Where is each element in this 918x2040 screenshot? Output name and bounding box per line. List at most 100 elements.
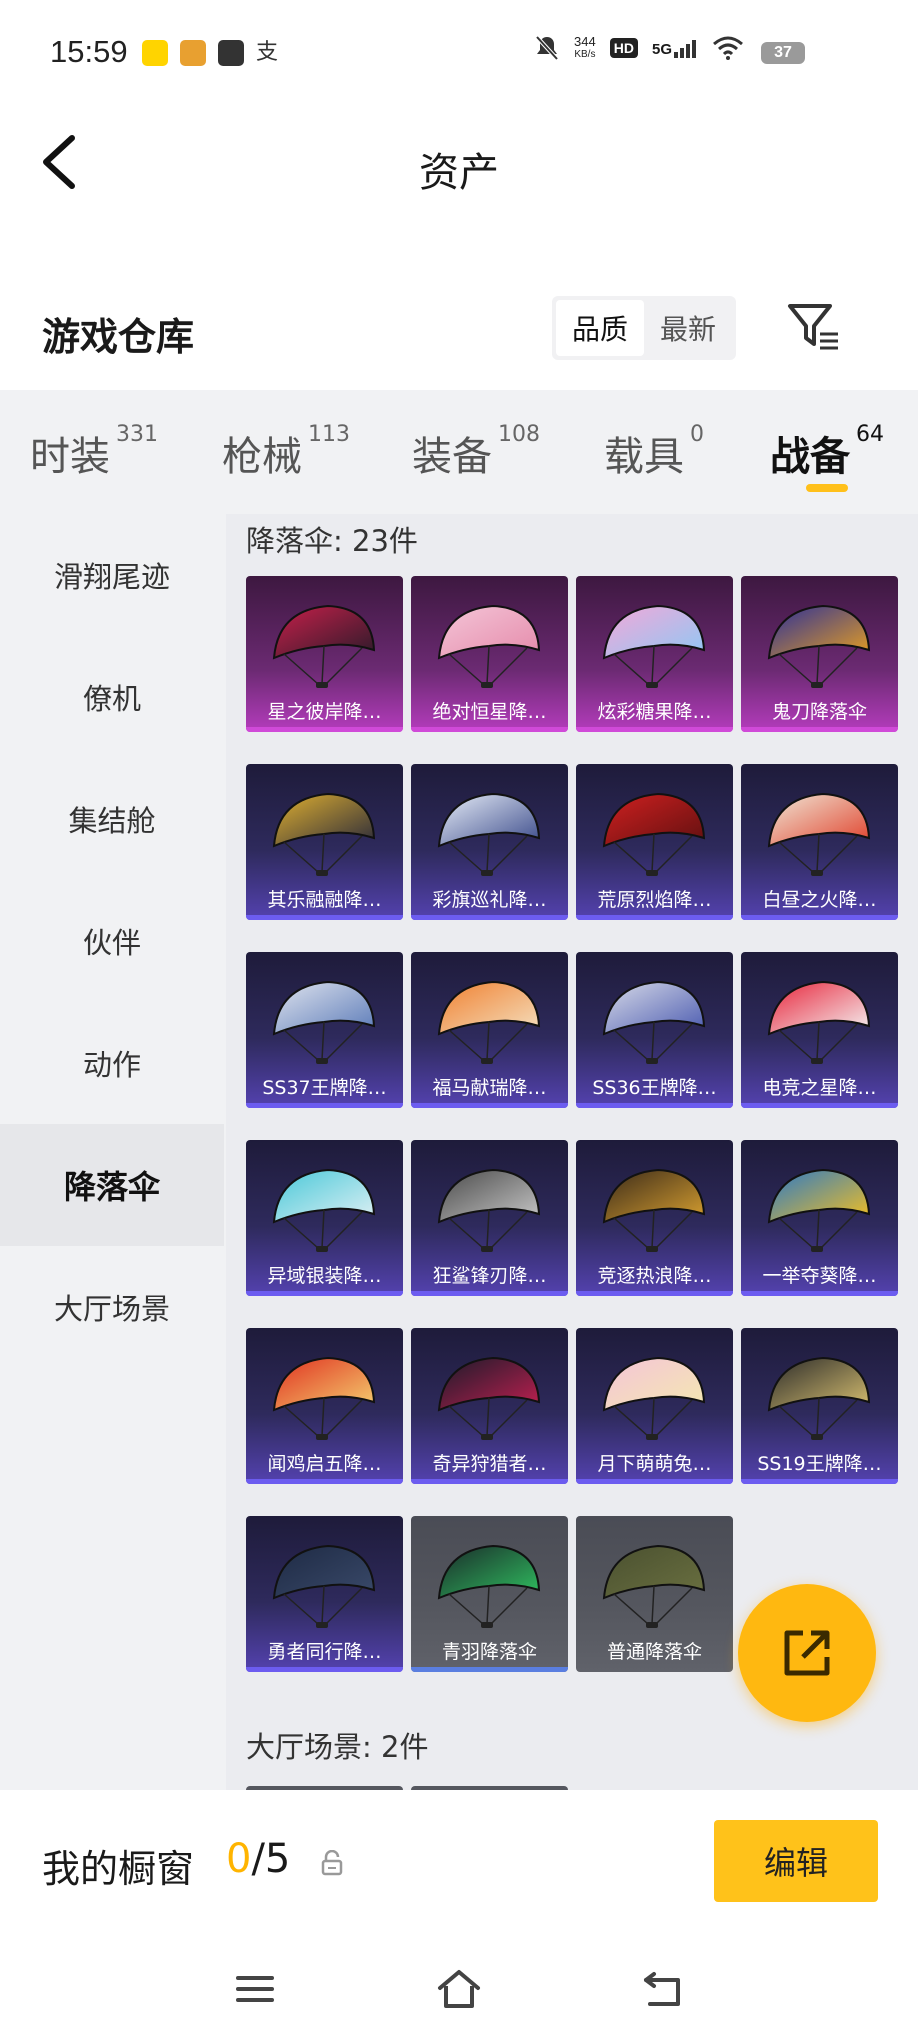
parachute-thumbnail <box>602 1544 706 1628</box>
status-time: 15:59 <box>50 34 128 69</box>
item-grid: 星之彼岸降… 绝对恒星降… 炫彩糖果降… 鬼刀降落伞其乐融融降… 彩旗巡礼降… 荒原烈焰降… <box>246 576 898 1672</box>
parachute-item-card[interactable]: SS19王牌降… <box>741 1328 898 1484</box>
tab-guns[interactable]: 枪械 113 <box>222 422 350 482</box>
nav-item-wingman[interactable]: 僚机 <box>0 636 224 758</box>
rarity-strip <box>741 1479 898 1484</box>
parachute-thumbnail <box>437 980 541 1064</box>
parachute-item-card[interactable]: 星之彼岸降… <box>246 576 403 732</box>
parachute-item-card[interactable]: 绝对恒星降… <box>411 576 568 732</box>
item-name: 闻鸡启五降… <box>267 1453 382 1475</box>
back-icon[interactable] <box>640 1966 686 2012</box>
category-tabs: 时装 331 枪械 113 装备 108 载具 0 战备 64 <box>0 400 918 510</box>
item-name: 青羽降落伞 <box>441 1641 537 1663</box>
parachute-thumbnail <box>272 1356 376 1440</box>
rarity-strip <box>411 1291 568 1296</box>
rarity-strip <box>576 727 733 732</box>
item-name: 绝对恒星降… <box>432 701 547 723</box>
nav-item-glide-trail[interactable]: 滑翔尾迹 <box>0 514 224 636</box>
parachute-item-card[interactable]: 异域银装降… <box>246 1140 403 1296</box>
item-name: 竞逐热浪降… <box>597 1265 712 1287</box>
wifi-icon <box>713 36 743 60</box>
sort-newest-button[interactable]: 最新 <box>644 300 732 356</box>
rarity-strip <box>741 1291 898 1296</box>
parachute-thumbnail <box>437 792 541 876</box>
item-name: 电竞之星降… <box>762 1077 877 1099</box>
rarity-strip <box>741 727 898 732</box>
parachute-item-card[interactable]: 鬼刀降落伞 <box>741 576 898 732</box>
parachute-item-card[interactable]: 炫彩糖果降… <box>576 576 733 732</box>
filter-icon[interactable] <box>786 302 840 352</box>
sub-category-nav: 滑翔尾迹 僚机 集结舱 伙伴 动作 降落伞 大厅场景 <box>0 514 224 1368</box>
item-name: 星之彼岸降… <box>267 701 382 723</box>
parachute-item-card[interactable]: 月下萌萌兔… <box>576 1328 733 1484</box>
menu-icon[interactable] <box>232 1966 278 2012</box>
sort-quality-button[interactable]: 品质 <box>556 300 644 356</box>
rarity-strip <box>576 1103 733 1108</box>
share-float-button[interactable] <box>738 1584 876 1722</box>
item-name: 一举夺葵降… <box>762 1265 877 1287</box>
app-icon-yellow <box>142 40 168 66</box>
rarity-strip <box>411 1479 568 1484</box>
active-tab-indicator <box>806 484 848 492</box>
nav-item-parachute[interactable]: 降落伞 <box>0 1124 224 1246</box>
tab-fashion[interactable]: 时装 331 <box>30 422 158 482</box>
item-name: 福马献瑞降… <box>432 1077 547 1099</box>
rarity-strip <box>741 915 898 920</box>
tab-battle-prep[interactable]: 战备 64 <box>770 422 884 482</box>
rarity-strip <box>246 1479 403 1484</box>
item-name: SS36王牌降… <box>592 1077 717 1099</box>
parachute-thumbnail <box>272 1544 376 1628</box>
parachute-item-card[interactable]: 勇者同行降… <box>246 1516 403 1672</box>
parachute-item-card[interactable]: 彩旗巡礼降… <box>411 764 568 920</box>
parachute-thumbnail <box>272 1168 376 1252</box>
rarity-strip <box>576 1479 733 1484</box>
rarity-strip <box>576 915 733 920</box>
home-icon[interactable] <box>436 1966 482 2012</box>
parachute-thumbnail <box>437 1168 541 1252</box>
warehouse-title: 游戏仓库 <box>42 315 195 359</box>
parachute-item-card[interactable]: 奇异狩猎者… <box>411 1328 568 1484</box>
edit-showcase-button[interactable]: 编辑 <box>714 1820 878 1902</box>
alipay-icon: 支 <box>256 40 279 65</box>
parachute-item-card[interactable]: 荒原烈焰降… <box>576 764 733 920</box>
showcase-bar: 我的橱窗 0/5 编辑 <box>0 1790 918 1940</box>
section-label-lobby: 大厅场景: 2件 <box>246 1730 429 1764</box>
item-name: 异域银装降… <box>267 1265 382 1287</box>
rarity-strip <box>576 1291 733 1296</box>
battery-indicator: 37 <box>761 42 805 64</box>
parachute-item-card[interactable]: 狂鲨锋刃降… <box>411 1140 568 1296</box>
parachute-item-card[interactable]: 一举夺葵降… <box>741 1140 898 1296</box>
parachute-thumbnail <box>437 1356 541 1440</box>
item-name: SS37王牌降… <box>262 1077 387 1099</box>
system-nav-bar <box>0 1940 918 2040</box>
rarity-strip <box>246 1667 403 1672</box>
parachute-item-card[interactable]: SS37王牌降… <box>246 952 403 1108</box>
parachute-item-card[interactable]: 普通降落伞 <box>576 1516 733 1672</box>
tab-equipment[interactable]: 装备 108 <box>412 422 540 482</box>
tab-vehicles[interactable]: 载具 0 <box>604 422 704 482</box>
rarity-strip <box>246 1291 403 1296</box>
rarity-strip <box>576 1667 733 1672</box>
parachute-item-card[interactable]: 电竞之星降… <box>741 952 898 1108</box>
item-name: 勇者同行降… <box>267 1641 382 1663</box>
nav-item-assembly-pod[interactable]: 集结舱 <box>0 758 224 880</box>
parachute-item-card[interactable]: 白昼之火降… <box>741 764 898 920</box>
item-name: 其乐融融降… <box>267 889 382 911</box>
parachute-item-card[interactable]: 竞逐热浪降… <box>576 1140 733 1296</box>
net-speed: 344 KB/s <box>574 34 596 60</box>
item-name: 白昼之火降… <box>762 889 877 911</box>
parachute-thumbnail <box>272 604 376 688</box>
parachute-item-card[interactable]: SS36王牌降… <box>576 952 733 1108</box>
rarity-strip <box>246 915 403 920</box>
parachute-item-card[interactable]: 青羽降落伞 <box>411 1516 568 1672</box>
rarity-strip <box>246 727 403 732</box>
section-label-parachute: 降落伞: 23件 <box>246 524 418 558</box>
nav-item-emote[interactable]: 动作 <box>0 1002 224 1124</box>
parachute-item-card[interactable]: 福马献瑞降… <box>411 952 568 1108</box>
nav-item-lobby-scene[interactable]: 大厅场景 <box>0 1246 224 1368</box>
item-name: SS19王牌降… <box>757 1453 882 1475</box>
parachute-item-card[interactable]: 闻鸡启五降… <box>246 1328 403 1484</box>
parachute-item-card[interactable]: 其乐融融降… <box>246 764 403 920</box>
parachute-thumbnail <box>767 792 871 876</box>
nav-item-partner[interactable]: 伙伴 <box>0 880 224 1002</box>
